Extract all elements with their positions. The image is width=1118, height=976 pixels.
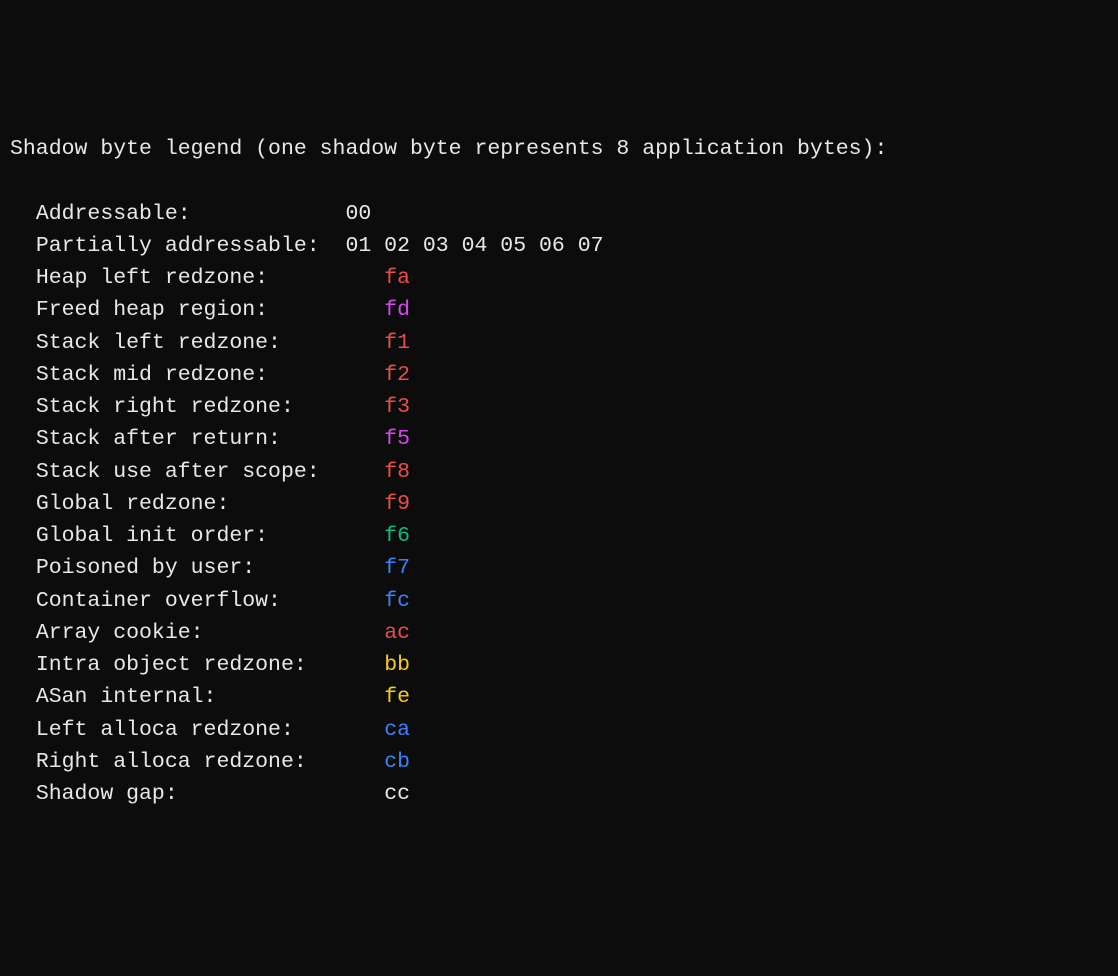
- legend-value: f2: [384, 363, 410, 387]
- legend-entry: Array cookie: ac: [10, 617, 1108, 649]
- legend-label: Poisoned by user:: [36, 552, 346, 584]
- legend-entry: Poisoned by user: f7: [10, 552, 1108, 584]
- legend-value: bb: [384, 653, 410, 677]
- legend-label: Shadow gap:: [36, 778, 346, 810]
- value-pad: [345, 331, 384, 355]
- legend-entry: Partially addressable: 01 02 03 04 05 06…: [10, 230, 1108, 262]
- legend-value: fa: [384, 266, 410, 290]
- legend-entry: ASan internal: fe: [10, 681, 1108, 713]
- value-pad: [345, 621, 384, 645]
- value-pad: [345, 685, 384, 709]
- value-pad: [345, 266, 384, 290]
- indent: [10, 266, 36, 290]
- value-pad: [345, 653, 384, 677]
- legend-value: f8: [384, 460, 410, 484]
- legend-entry: Stack use after scope: f8: [10, 456, 1108, 488]
- legend-value: f1: [384, 331, 410, 355]
- legend-label: Container overflow:: [36, 585, 346, 617]
- indent: [10, 492, 36, 516]
- legend-value: fc: [384, 589, 410, 613]
- legend-label: ASan internal:: [36, 681, 346, 713]
- indent: [10, 202, 36, 226]
- indent: [10, 524, 36, 548]
- value-pad: [345, 427, 384, 451]
- legend-value: ca: [384, 718, 410, 742]
- legend-value: ac: [384, 621, 410, 645]
- legend-entry: Intra object redzone: bb: [10, 649, 1108, 681]
- indent: [10, 460, 36, 484]
- indent: [10, 653, 36, 677]
- legend-label: Stack right redzone:: [36, 391, 346, 423]
- indent: [10, 621, 36, 645]
- legend-label: Global init order:: [36, 520, 346, 552]
- legend-title-text: Shadow byte legend (one shadow byte repr…: [10, 137, 887, 161]
- legend-entry: Shadow gap: cc: [10, 778, 1108, 810]
- legend-entry: Stack left redzone: f1: [10, 327, 1108, 359]
- legend-entry: Freed heap region: fd: [10, 294, 1108, 326]
- legend-value: 00: [345, 202, 371, 226]
- indent: [10, 234, 36, 258]
- indent: [10, 750, 36, 774]
- value-pad: [345, 589, 384, 613]
- value-pad: [345, 750, 384, 774]
- legend-entry: Global redzone: f9: [10, 488, 1108, 520]
- indent: [10, 685, 36, 709]
- legend-entry: Right alloca redzone: cb: [10, 746, 1108, 778]
- legend-value: 01 02 03 04 05 06 07: [345, 234, 603, 258]
- value-pad: [345, 524, 384, 548]
- indent: [10, 395, 36, 419]
- indent: [10, 589, 36, 613]
- legend-label: Intra object redzone:: [36, 649, 346, 681]
- indent: [10, 556, 36, 580]
- legend-entry: Stack mid redzone: f2: [10, 359, 1108, 391]
- legend-value: f5: [384, 427, 410, 451]
- legend-label: Left alloca redzone:: [36, 714, 346, 746]
- legend-label: Stack mid redzone:: [36, 359, 346, 391]
- legend-label: Stack left redzone:: [36, 327, 346, 359]
- value-pad: [345, 363, 384, 387]
- legend-label: Array cookie:: [36, 617, 346, 649]
- legend-label: Partially addressable:: [36, 230, 346, 262]
- legend-label: Global redzone:: [36, 488, 346, 520]
- legend-value: f3: [384, 395, 410, 419]
- value-pad: [345, 298, 384, 322]
- legend-entry: Global init order: f6: [10, 520, 1108, 552]
- indent: [10, 718, 36, 742]
- legend-label: Stack after return:: [36, 423, 346, 455]
- value-pad: [345, 718, 384, 742]
- legend-label: Stack use after scope:: [36, 456, 346, 488]
- legend-value: fe: [384, 685, 410, 709]
- legend-value: f7: [384, 556, 410, 580]
- value-pad: [345, 395, 384, 419]
- indent: [10, 331, 36, 355]
- legend-entry: Left alloca redzone: ca: [10, 714, 1108, 746]
- indent: [10, 363, 36, 387]
- legend-entry: Addressable: 00: [10, 198, 1108, 230]
- legend-label: Right alloca redzone:: [36, 746, 346, 778]
- legend-entry: Stack right redzone: f3: [10, 391, 1108, 423]
- value-pad: [345, 492, 384, 516]
- legend-entries: Addressable: 00 Partially addressable: 0…: [10, 198, 1108, 811]
- indent: [10, 298, 36, 322]
- value-pad: [345, 460, 384, 484]
- legend-title: Shadow byte legend (one shadow byte repr…: [10, 133, 1108, 165]
- indent: [10, 782, 36, 806]
- legend-value: cb: [384, 750, 410, 774]
- indent: [10, 427, 36, 451]
- value-pad: [345, 556, 384, 580]
- legend-value: cc: [384, 782, 410, 806]
- legend-value: fd: [384, 298, 410, 322]
- legend-label: Heap left redzone:: [36, 262, 346, 294]
- value-pad: [345, 782, 384, 806]
- legend-entry: Container overflow: fc: [10, 585, 1108, 617]
- legend-entry: Stack after return: f5: [10, 423, 1108, 455]
- legend-entry: Heap left redzone: fa: [10, 262, 1108, 294]
- legend-label: Freed heap region:: [36, 294, 346, 326]
- legend-value: f9: [384, 492, 410, 516]
- legend-value: f6: [384, 524, 410, 548]
- legend-label: Addressable:: [36, 198, 346, 230]
